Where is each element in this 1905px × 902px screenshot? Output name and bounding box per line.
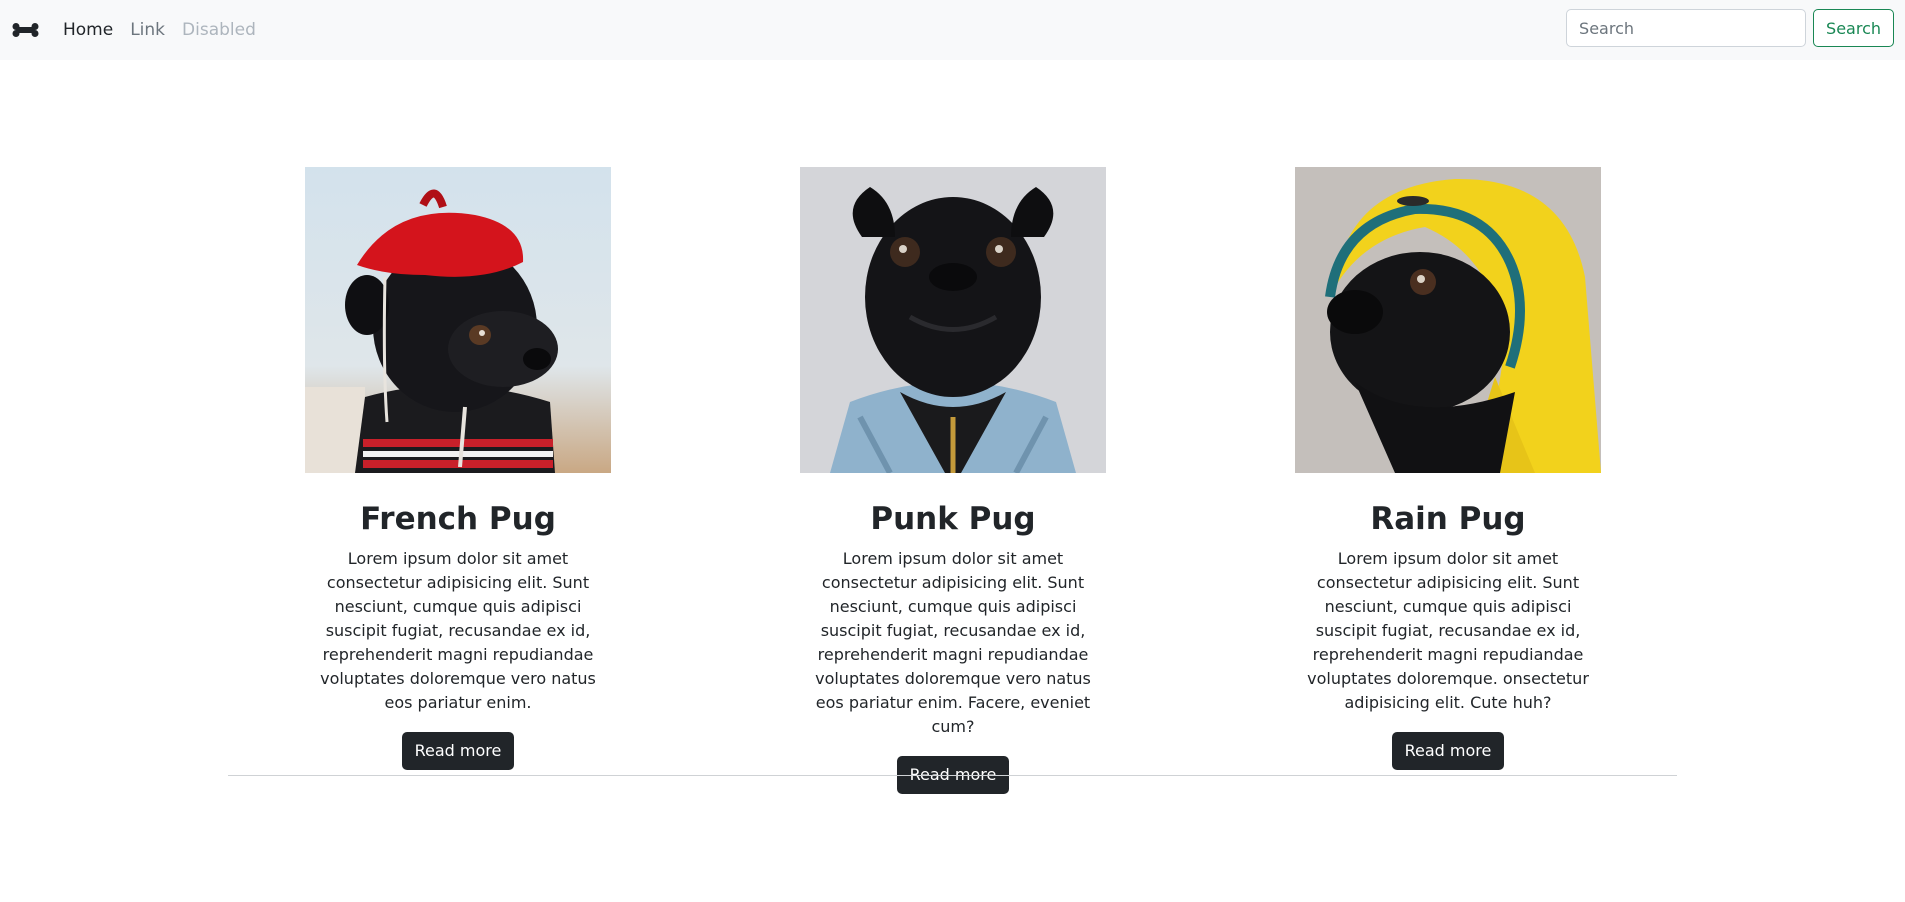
top-navbar: Home Link Disabled Search bbox=[0, 0, 1905, 60]
nav-link-home[interactable]: Home bbox=[63, 20, 113, 40]
search-button[interactable]: Search bbox=[1813, 9, 1894, 47]
nav-link-disabled: Disabled bbox=[182, 20, 256, 40]
nav-link-link[interactable]: Link bbox=[130, 20, 165, 40]
card-title: Rain Pug bbox=[1370, 501, 1526, 537]
card-rain-pug: Rain Pug Lorem ipsum dolor sit amet cons… bbox=[1295, 167, 1601, 770]
card-title: French Pug bbox=[360, 501, 556, 537]
section-divider bbox=[228, 775, 1677, 776]
card-french-pug: French Pug Lorem ipsum dolor sit amet co… bbox=[305, 167, 611, 770]
card-image-punk-pug bbox=[800, 167, 1106, 473]
card-text: Lorem ipsum dolor sit amet consectetur a… bbox=[1307, 549, 1589, 712]
search-form: Search bbox=[1566, 9, 1894, 47]
card-text: Lorem ipsum dolor sit amet consectetur a… bbox=[320, 549, 596, 712]
card-image-french-pug bbox=[305, 167, 611, 473]
bone-icon bbox=[12, 23, 39, 37]
read-more-button[interactable]: Read more bbox=[401, 732, 515, 770]
card-title: Punk Pug bbox=[870, 501, 1036, 537]
card-text: Lorem ipsum dolor sit amet consectetur a… bbox=[815, 549, 1091, 736]
search-input[interactable] bbox=[1566, 9, 1807, 47]
card-punk-pug: Punk Pug Lorem ipsum dolor sit amet cons… bbox=[800, 167, 1106, 794]
read-more-button[interactable]: Read more bbox=[1391, 732, 1505, 770]
brand-logo[interactable] bbox=[12, 23, 39, 37]
card-image-rain-pug bbox=[1295, 167, 1601, 473]
